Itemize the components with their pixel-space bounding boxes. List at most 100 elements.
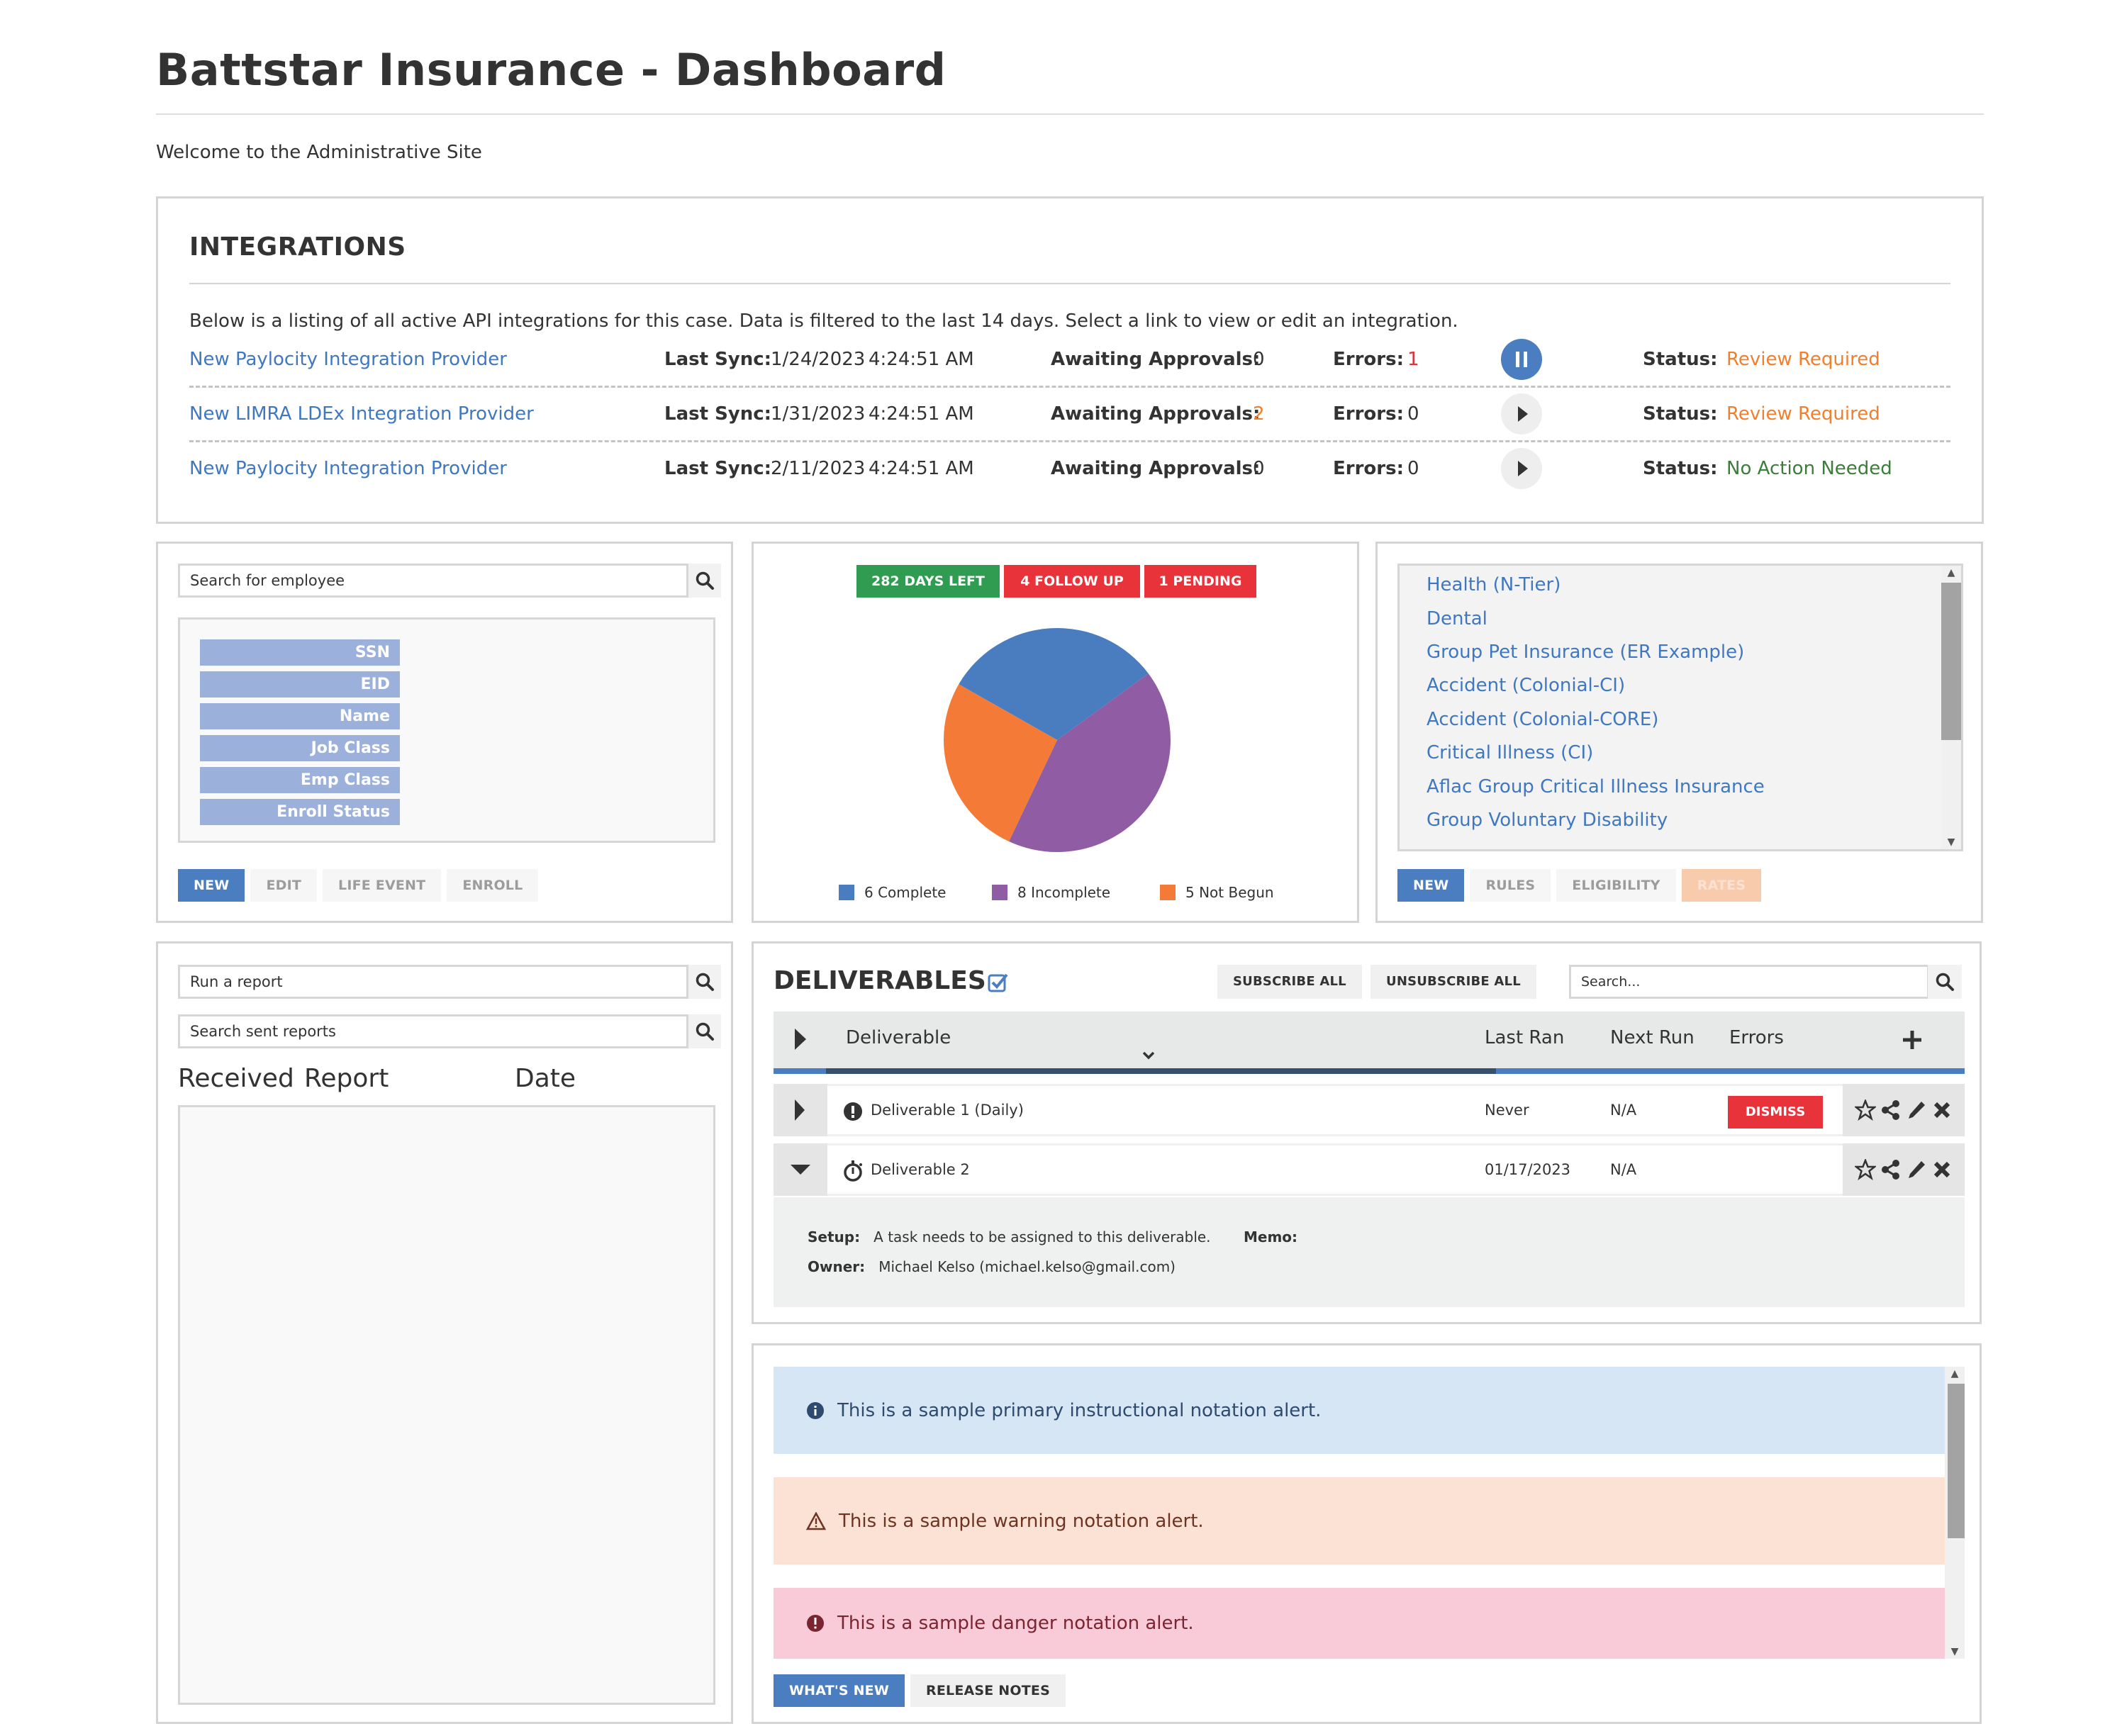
enrollment-chart-panel: 282 DAYS LEFT 4 FOLLOW UP 1 PENDING 6 Co… [752,542,1359,923]
field-chip-ssn[interactable]: SSN [200,639,400,666]
column-errors[interactable]: Errors [1729,1027,1784,1048]
setup-label: Setup: [808,1228,861,1245]
play-button[interactable] [1501,393,1542,435]
collapse-row-button[interactable] [774,1143,827,1196]
sent-reports-field[interactable] [178,1014,688,1048]
caret-down-icon [791,1165,810,1175]
field-chip-job-class[interactable]: Job Class [200,735,400,761]
sorted-column-indicator [826,1068,1496,1074]
star-icon[interactable] [1855,1159,1876,1180]
life-event-button[interactable]: LIFE EVENT [323,869,442,902]
scroll-down-arrow[interactable]: ▼ [1945,1646,1965,1657]
last-sync-date: 2/11/2023 [771,458,866,479]
employee-search-button[interactable] [688,564,721,598]
plan-item[interactable]: Aflac Group Critical Illness Insurance [1427,776,1765,797]
column-date[interactable]: Date [515,1064,576,1093]
deliverable-detail: Setup: A task needs to be assigned to th… [774,1197,1965,1307]
subscribe-all-button[interactable]: SUBSCRIBE ALL [1217,965,1362,999]
last-sync-label: Last Sync: [664,458,772,479]
next-run: N/A [1610,1161,1637,1178]
deliverables-search-button[interactable] [1928,965,1962,999]
legend-label: 6 Complete [864,884,947,901]
column-received[interactable]: Received [178,1064,294,1093]
whats-new-button[interactable]: WHAT'S NEW [774,1674,905,1707]
plan-item[interactable]: Accident (Colonial-CI) [1427,675,1625,696]
delete-x-icon[interactable] [1931,1099,1953,1121]
deliverable-row[interactable]: Deliverable 2 01/17/2023 N/A [774,1143,1965,1196]
star-icon[interactable] [1855,1099,1876,1121]
scroll-up-arrow[interactable]: ▲ [1941,567,1961,578]
rules-button[interactable]: RULES [1470,869,1551,902]
delete-x-icon[interactable] [1931,1159,1953,1180]
employee-search-panel: SSN EID Name Job Class Emp Class Enroll … [156,542,733,923]
field-chip-emp-class[interactable]: Emp Class [200,767,400,793]
enroll-button[interactable]: ENROLL [447,869,539,902]
share-icon[interactable] [1880,1099,1902,1121]
awaiting-approvals-label: Awaiting Approvals: [1051,458,1261,479]
sort-chevron-down-icon[interactable] [1142,1051,1155,1060]
alert-text: This is a sample warning notation alert. [839,1510,1204,1532]
plan-item[interactable]: Accident (Colonial-CORE) [1427,709,1658,730]
deliverable-row[interactable]: Deliverable 1 (Daily) Never N/A DISMISS [774,1084,1965,1136]
plans-scrollbar[interactable]: ▲ ▼ [1941,566,1961,849]
plan-item[interactable]: Group Pet Insurance (ER Example) [1427,642,1744,663]
pencil-icon[interactable] [1906,1099,1927,1121]
employee-search-field[interactable] [178,564,688,598]
field-chip-name[interactable]: Name [200,703,400,729]
unsubscribe-all-button[interactable]: UNSUBSCRIBE ALL [1370,965,1536,999]
checkbox-checked-icon[interactable] [988,972,1009,993]
deliverable-name[interactable]: Deliverable 2 [871,1161,970,1178]
pause-button[interactable] [1501,339,1542,380]
exclamation-circle-icon [844,1102,862,1121]
add-icon[interactable] [1901,1029,1924,1051]
plans-scroll-thumb[interactable] [1941,583,1961,740]
integration-link[interactable]: New LIMRA LDEx Integration Provider [189,403,534,425]
alerts-scrollbar[interactable]: ▲ ▼ [1945,1367,1965,1659]
welcome-text: Welcome to the Administrative Site [156,142,482,163]
deliverables-search-input[interactable] [1571,967,1927,997]
integration-link[interactable]: New Paylocity Integration Provider [189,458,507,479]
play-button[interactable] [1501,448,1542,489]
dismiss-button[interactable]: DISMISS [1728,1096,1823,1129]
expand-all-icon[interactable] [793,1027,808,1051]
run-report-search-button[interactable] [688,965,721,999]
share-icon[interactable] [1880,1159,1902,1180]
edit-employee-button[interactable]: EDIT [250,869,318,902]
column-deliverable[interactable]: Deliverable [846,1027,951,1048]
sent-reports-search-button[interactable] [688,1014,721,1048]
column-last-ran[interactable]: Last Ran [1485,1027,1564,1048]
alerts-scroll-thumb[interactable] [1948,1384,1965,1538]
status-value: No Action Needed [1726,458,1892,479]
legend-swatch-not-begun [1160,885,1176,900]
scroll-down-arrow[interactable]: ▼ [1941,836,1961,848]
integration-link[interactable]: New Paylocity Integration Provider [189,349,507,370]
employee-search-input[interactable] [180,566,686,595]
eligibility-button[interactable]: ELIGIBILITY [1556,869,1676,902]
column-report[interactable]: Report [304,1064,389,1093]
run-report-field[interactable] [178,965,688,999]
alerts-actions: WHAT'S NEW RELEASE NOTES [774,1674,1066,1707]
deliverable-name[interactable]: Deliverable 1 (Daily) [871,1102,1024,1119]
scroll-up-arrow[interactable]: ▲ [1945,1368,1965,1379]
field-chip-enroll-status[interactable]: Enroll Status [200,799,400,825]
run-report-input[interactable] [180,967,686,997]
plan-item[interactable]: Dental [1427,608,1487,629]
pause-icon [1516,352,1527,367]
plan-item[interactable]: Critical Illness (CI) [1427,742,1593,763]
release-notes-button[interactable]: RELEASE NOTES [910,1674,1066,1707]
last-sync-time: 4:24:51 AM [869,349,974,370]
row-actions [1843,1143,1965,1196]
column-next-run[interactable]: Next Run [1610,1027,1695,1048]
rates-button[interactable]: RATES [1681,869,1762,902]
expand-row-button[interactable] [774,1084,827,1136]
pencil-icon[interactable] [1906,1159,1927,1180]
new-employee-button[interactable]: NEW [178,869,245,902]
plan-item[interactable]: Group Voluntary Disability [1427,810,1668,831]
deliverables-search-field[interactable] [1569,965,1929,999]
integrations-divider [189,283,1950,284]
plan-item[interactable]: Health (N-Tier) [1427,574,1561,595]
field-chip-eid[interactable]: EID [200,671,400,698]
sent-reports-input[interactable] [180,1017,686,1046]
legend-swatch-complete [839,885,854,900]
new-plan-button[interactable]: NEW [1397,869,1465,902]
